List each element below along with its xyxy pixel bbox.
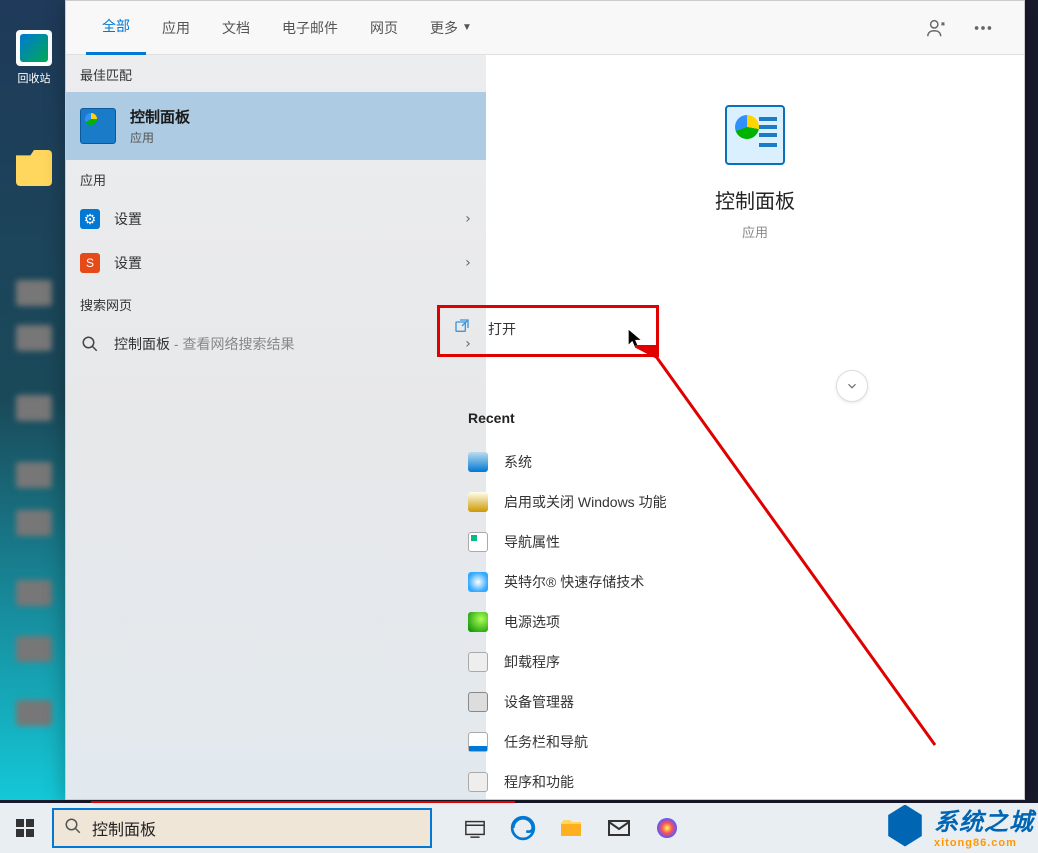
best-match-subtitle: 应用 bbox=[130, 129, 190, 146]
result-settings-2[interactable]: S 设置 › bbox=[66, 241, 486, 285]
recent-item-taskbar[interactable]: 任务栏和导航 bbox=[468, 722, 768, 762]
open-action[interactable]: 打开 bbox=[454, 318, 516, 339]
best-match-item[interactable]: 控制面板 应用 bbox=[66, 92, 486, 160]
control-panel-icon bbox=[80, 108, 116, 144]
search-icon bbox=[64, 817, 82, 840]
programs-icon bbox=[468, 772, 488, 792]
preview-subtitle: 应用 bbox=[486, 222, 1024, 241]
system-icon bbox=[468, 452, 488, 472]
recycle-bin[interactable]: 回收站 bbox=[12, 30, 56, 86]
recent-label: 系统 bbox=[504, 452, 532, 472]
recent-item-uninstall[interactable]: 卸载程序 bbox=[468, 642, 768, 682]
recent-label: 启用或关闭 Windows 功能 bbox=[504, 492, 667, 512]
expand-button[interactable] bbox=[836, 370, 868, 402]
control-panel-large-icon bbox=[725, 105, 785, 165]
more-options-icon[interactable] bbox=[972, 17, 994, 39]
tab-docs[interactable]: 文档 bbox=[206, 1, 266, 55]
recent-label: 设备管理器 bbox=[504, 692, 574, 712]
folder-shortcut[interactable] bbox=[12, 150, 56, 190]
recent-label: 卸载程序 bbox=[504, 652, 560, 672]
result-label: 设置 bbox=[114, 253, 464, 273]
result-web-search[interactable]: 控制面板 - 查看网络搜索结果 › bbox=[66, 322, 486, 366]
results-left-pane: 最佳匹配 控制面板 应用 应用 ⚙ 设置 › S 设置 › 搜索网页 bbox=[66, 55, 486, 799]
open-label: 打开 bbox=[488, 319, 516, 339]
sogou-icon: S bbox=[80, 253, 100, 273]
recent-label: 程序和功能 bbox=[504, 772, 574, 792]
best-match-header: 最佳匹配 bbox=[66, 55, 486, 92]
desktop-item-blur bbox=[16, 325, 52, 351]
tab-more[interactable]: 更多▼ bbox=[414, 1, 488, 55]
recycle-bin-icon bbox=[16, 30, 52, 66]
result-label: 控制面板 - 查看网络搜索结果 bbox=[114, 334, 464, 354]
desktop-item-blur bbox=[16, 462, 52, 488]
tab-email[interactable]: 电子邮件 bbox=[266, 1, 354, 55]
explorer-button[interactable] bbox=[548, 805, 594, 851]
recent-label: 任务栏和导航 bbox=[504, 732, 588, 752]
search-tabs: 全部 应用 文档 电子邮件 网页 更多▼ bbox=[66, 1, 1024, 55]
preview-title: 控制面板 bbox=[486, 185, 1024, 214]
taskbar-search[interactable] bbox=[52, 808, 432, 848]
taskbar bbox=[0, 803, 1038, 853]
recent-label: 导航属性 bbox=[504, 532, 560, 552]
chevron-right-icon: › bbox=[464, 211, 472, 227]
feedback-icon[interactable] bbox=[926, 17, 948, 39]
recent-label: 英特尔® 快速存储技术 bbox=[504, 572, 644, 592]
desktop-item-blur bbox=[16, 580, 52, 606]
start-button[interactable] bbox=[0, 803, 50, 853]
desktop-item-blur bbox=[16, 510, 52, 536]
gear-icon: ⚙ bbox=[80, 209, 100, 229]
power-icon bbox=[468, 612, 488, 632]
recent-header: Recent bbox=[468, 410, 768, 426]
recent-item-system[interactable]: 系统 bbox=[468, 442, 768, 482]
features-icon bbox=[468, 492, 488, 512]
desktop-item-blur bbox=[16, 280, 52, 306]
device-manager-icon bbox=[468, 692, 488, 712]
desktop-item-blur bbox=[16, 636, 52, 662]
uninstall-icon bbox=[468, 652, 488, 672]
chevron-down-icon: ▼ bbox=[462, 22, 472, 33]
recycle-bin-label: 回收站 bbox=[12, 70, 56, 86]
chevron-right-icon: › bbox=[464, 255, 472, 271]
recent-section: Recent 系统 启用或关闭 Windows 功能 导航属性 英特尔® 快速存… bbox=[468, 410, 768, 802]
recent-item-features[interactable]: 启用或关闭 Windows 功能 bbox=[468, 482, 768, 522]
result-label: 设置 bbox=[114, 209, 464, 229]
recent-item-programs[interactable]: 程序和功能 bbox=[468, 762, 768, 802]
intel-icon bbox=[468, 572, 488, 592]
taskbar-icon bbox=[468, 732, 488, 752]
recent-item-devmgr[interactable]: 设备管理器 bbox=[468, 682, 768, 722]
tab-all[interactable]: 全部 bbox=[86, 1, 146, 55]
windows-logo-icon bbox=[16, 819, 34, 837]
best-match-title: 控制面板 bbox=[130, 106, 190, 127]
recent-item-intel[interactable]: 英特尔® 快速存储技术 bbox=[468, 562, 768, 602]
mail-button[interactable] bbox=[596, 805, 642, 851]
adapter-icon bbox=[468, 532, 488, 552]
desktop-item-blur bbox=[16, 395, 52, 421]
apps-header: 应用 bbox=[66, 160, 486, 197]
tab-web[interactable]: 网页 bbox=[354, 1, 414, 55]
open-external-icon bbox=[454, 318, 470, 339]
web-header: 搜索网页 bbox=[66, 285, 486, 322]
browser-button[interactable] bbox=[644, 805, 690, 851]
result-settings-1[interactable]: ⚙ 设置 › bbox=[66, 197, 486, 241]
task-view-button[interactable] bbox=[452, 805, 498, 851]
tab-apps[interactable]: 应用 bbox=[146, 1, 206, 55]
search-input[interactable] bbox=[92, 819, 420, 837]
recent-label: 电源选项 bbox=[504, 612, 560, 632]
desktop-item-blur bbox=[16, 700, 52, 726]
recent-item-power[interactable]: 电源选项 bbox=[468, 602, 768, 642]
desktop-background: 回收站 bbox=[0, 0, 65, 800]
folder-icon bbox=[16, 150, 52, 186]
recent-item-adapter[interactable]: 导航属性 bbox=[468, 522, 768, 562]
search-icon bbox=[80, 334, 100, 354]
edge-button[interactable] bbox=[500, 805, 546, 851]
